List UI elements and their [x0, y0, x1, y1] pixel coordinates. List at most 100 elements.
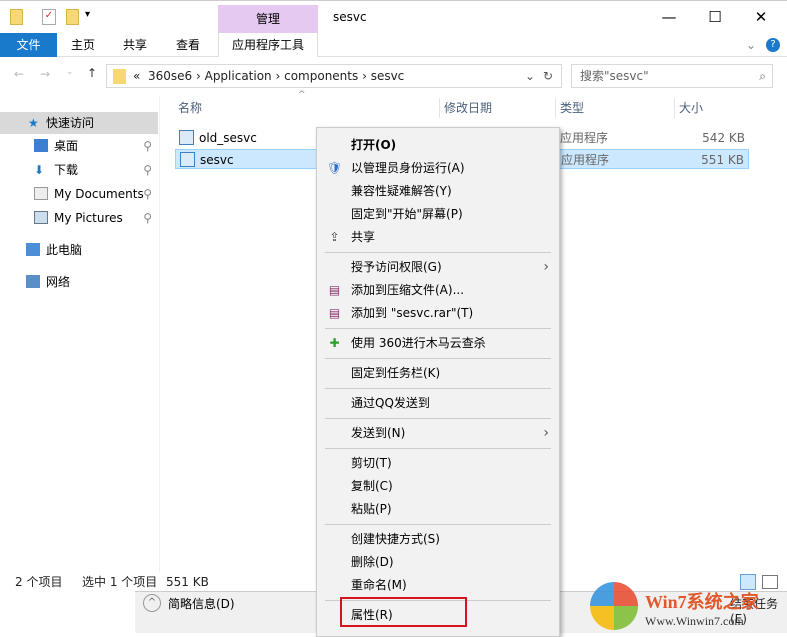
file-size: 542 KB — [702, 131, 745, 145]
menu-item[interactable]: 🛡 以管理员身份运行(A) — [317, 157, 559, 180]
application-icon — [180, 152, 195, 167]
crumb[interactable]: 360se6 — [148, 69, 192, 83]
menu-item[interactable]: 固定到"开始"屏幕(P) — [317, 203, 559, 226]
up-icon[interactable]: ↑ — [87, 66, 97, 80]
file-name: sesvc — [200, 153, 234, 167]
tab-view[interactable]: 查看 — [167, 33, 209, 57]
rar-icon: ▤ — [328, 283, 341, 297]
nav-downloads[interactable]: ⬇ 下载 ⚲ — [0, 159, 158, 181]
watermark-brand: Win7系统之家 — [645, 592, 759, 612]
minimize-button[interactable]: — — [646, 4, 692, 30]
menu-item-label: 剪切(T) — [351, 456, 392, 470]
rar-icon: ▤ — [328, 306, 341, 320]
column-size[interactable]: 大小 — [674, 98, 703, 118]
nav-my-documents[interactable]: My Documents ⚲ — [0, 183, 158, 205]
tab-file[interactable]: 文件 — [0, 33, 57, 57]
column-type[interactable]: 类型 — [555, 98, 584, 118]
menu-item-label: 固定到任务栏(K) — [351, 366, 441, 380]
nav-label: My Pictures — [54, 211, 123, 225]
menu-item-label: 添加到 "sesvc.rar"(T) — [351, 306, 474, 320]
selected-count: 选中 1 个项目 — [82, 575, 158, 589]
nav-quick-access[interactable]: ★ 快速访问 — [0, 112, 158, 134]
menu-item[interactable]: 固定到任务栏(K) — [317, 362, 559, 385]
nav-network[interactable]: 网络 — [0, 271, 158, 293]
menu-item-label: 打开(O) — [351, 138, 397, 152]
column-date[interactable]: 修改日期 — [439, 98, 492, 118]
search-input[interactable]: 搜索"sesvc" ⌕ — [571, 64, 773, 88]
nav-label: 桌面 — [54, 139, 79, 153]
large-icons-view-icon[interactable] — [762, 575, 778, 589]
maximize-button[interactable]: ☐ — [692, 4, 738, 30]
pin-icon: ⚲ — [143, 211, 152, 225]
pin-icon: ⚲ — [143, 163, 152, 177]
details-toggle[interactable]: 简略信息(D) — [168, 595, 235, 612]
menu-item-label: 兼容性疑难解答(Y) — [351, 184, 452, 198]
nav-my-pictures[interactable]: My Pictures ⚲ — [0, 207, 158, 229]
file-size: 551 KB — [701, 153, 744, 167]
menu-item[interactable]: 粘贴(P) — [317, 498, 559, 521]
selected-size: 551 KB — [166, 575, 209, 589]
menu-item[interactable]: 授予访问权限(G) › — [317, 256, 559, 279]
submenu-arrow-icon: › — [543, 425, 549, 441]
manage-context-tab[interactable]: 管理 — [218, 5, 318, 33]
nav-desktop[interactable]: 桌面 ⚲ — [0, 135, 158, 157]
menu-item[interactable]: 创建快捷方式(S) — [317, 528, 559, 551]
recent-icon[interactable]: ⌄ — [66, 67, 74, 77]
new-folder-icon[interactable] — [66, 9, 79, 25]
menu-item[interactable]: 通过QQ发送到 — [317, 392, 559, 415]
menu-item[interactable]: ▤ 添加到压缩文件(A)... — [317, 279, 559, 302]
back-icon[interactable]: ← — [14, 67, 24, 81]
menu-item[interactable]: 重命名(M) — [317, 574, 559, 597]
menu-item[interactable]: ▤ 添加到 "sesvc.rar"(T) — [317, 302, 559, 325]
collapse-icon[interactable]: ^ — [143, 594, 161, 612]
menu-item[interactable]: 兼容性疑难解答(Y) — [317, 180, 559, 203]
forward-icon[interactable]: → — [40, 67, 50, 81]
properties-icon[interactable]: ✓ — [42, 9, 56, 25]
menu-item[interactable]: ⇪ 共享 — [317, 226, 559, 249]
application-icon — [179, 130, 194, 145]
tab-application-tools[interactable]: 应用程序工具 — [218, 33, 318, 57]
sort-icon: ^ — [298, 90, 306, 100]
menu-item[interactable]: 复制(C) — [317, 475, 559, 498]
tab-home[interactable]: 主页 — [62, 33, 104, 57]
360-icon: ✚ — [329, 336, 340, 350]
menu-item[interactable]: 发送到(N) › — [317, 422, 559, 445]
menu-item-label: 删除(D) — [351, 555, 394, 569]
search-placeholder: 搜索"sesvc" — [580, 69, 649, 83]
overflow-chevron[interactable]: « — [133, 69, 140, 83]
menu-item[interactable]: 删除(D) — [317, 551, 559, 574]
crumb[interactable]: Application — [205, 69, 272, 83]
menu-item[interactable]: ✚ 使用 360进行木马云查杀 — [317, 332, 559, 355]
crumb[interactable]: components — [284, 69, 358, 83]
menu-item-label: 创建快捷方式(S) — [351, 532, 440, 546]
menu-item-label: 使用 360进行木马云查杀 — [351, 336, 486, 350]
menu-item[interactable]: 打开(O) — [317, 134, 559, 157]
menu-separator — [317, 325, 559, 332]
share-icon: ⇪ — [329, 230, 340, 244]
close-button[interactable]: ✕ — [738, 4, 784, 30]
customize-toolbar-icon[interactable]: ▾ — [85, 9, 90, 20]
menu-item-label: 添加到压缩文件(A)... — [351, 283, 465, 297]
menu-item-label: 粘贴(P) — [351, 502, 392, 516]
column-name[interactable]: 名称 — [178, 98, 202, 118]
submenu-arrow-icon: › — [543, 259, 549, 275]
menu-separator — [317, 355, 559, 362]
tab-share[interactable]: 共享 — [114, 33, 156, 57]
menu-item-label: 通过QQ发送到 — [351, 396, 430, 410]
help-icon[interactable]: ? — [766, 38, 780, 52]
crumb[interactable]: sesvc — [371, 69, 405, 83]
pin-icon: ⚲ — [143, 187, 152, 201]
menu-separator — [317, 385, 559, 392]
file-type: 应用程序 — [561, 153, 610, 167]
dropdown-icon[interactable]: ⌄ — [525, 65, 535, 87]
address-bar[interactable]: « 360se6 › Application › components › se… — [106, 64, 562, 88]
nav-this-pc[interactable]: 此电脑 — [0, 239, 158, 261]
pin-icon: ⚲ — [143, 139, 152, 153]
search-icon: ⌕ — [759, 69, 766, 83]
refresh-icon[interactable]: ↻ — [543, 65, 553, 87]
menu-item[interactable]: 剪切(T) — [317, 452, 559, 475]
expand-ribbon-icon[interactable]: ⌄ — [746, 38, 756, 52]
folder-icon — [113, 69, 126, 84]
menu-item-label: 授予访问权限(G) — [351, 260, 442, 274]
nav-label: 网络 — [46, 275, 71, 289]
